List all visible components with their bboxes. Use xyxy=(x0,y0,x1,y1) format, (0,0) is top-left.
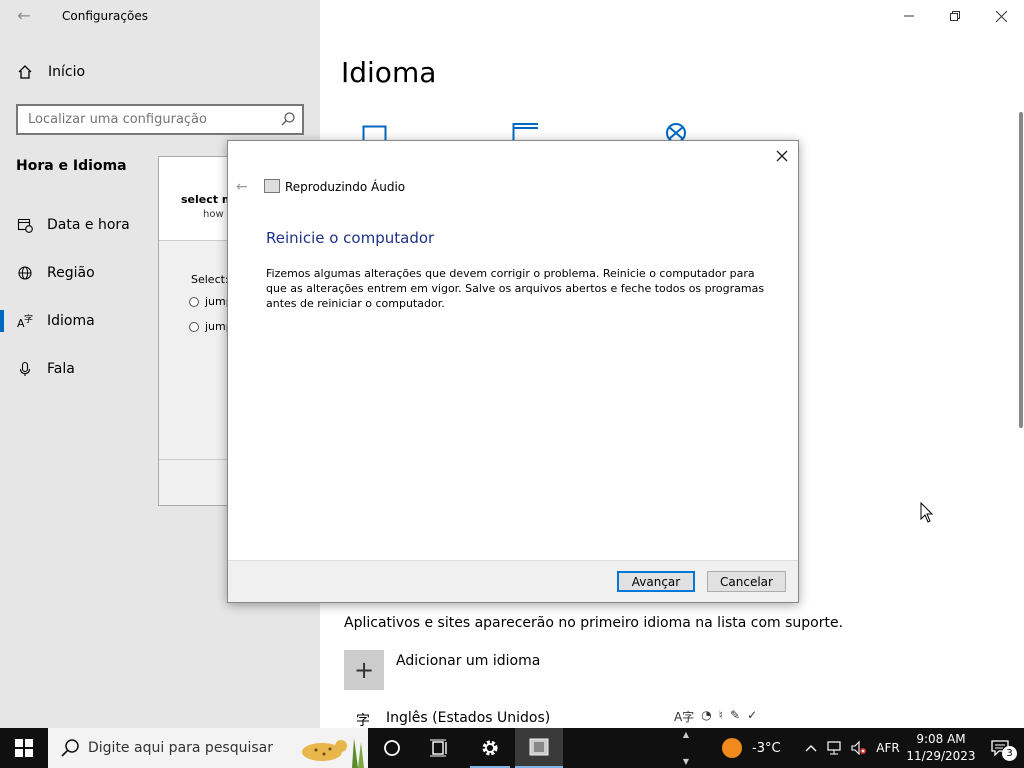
search-icon[interactable] xyxy=(280,111,296,127)
next-button[interactable]: Avançar xyxy=(617,571,695,592)
window-icon[interactable] xyxy=(512,122,538,142)
search-highlight-illustration-icon xyxy=(302,738,364,768)
microphone-icon xyxy=(16,360,34,378)
speech-feature-icon: ◔ xyxy=(701,708,712,722)
cortana-button[interactable] xyxy=(368,728,416,768)
background-dialog: select m how c Select: jump jump xyxy=(158,156,230,506)
temperature: -3°C xyxy=(752,740,781,756)
background-dialog-subheading: how c xyxy=(203,209,230,220)
gear-icon xyxy=(482,740,498,756)
language-list-item[interactable]: 字 Inglês (Estados Unidos) xyxy=(356,710,550,730)
search-icon xyxy=(61,739,79,757)
network-button[interactable] xyxy=(824,728,846,768)
nav-label: Fala xyxy=(47,361,75,377)
dialog-footer: Avançar Cancelar xyxy=(228,560,798,602)
troubleshooter-taskbar-button[interactable] xyxy=(515,728,563,768)
network-icon xyxy=(827,741,841,755)
dialog-close-button[interactable] xyxy=(772,147,792,167)
radio-option[interactable]: jump xyxy=(189,320,229,333)
restore-button[interactable] xyxy=(940,4,970,28)
radio-option[interactable]: jump xyxy=(189,295,229,308)
clock-time: 9:08 AM xyxy=(916,732,966,746)
chevron-down-icon[interactable]: ▼ xyxy=(683,757,689,766)
action-center-button[interactable]: 3 xyxy=(980,728,1020,768)
show-hidden-icons-button[interactable] xyxy=(802,728,820,768)
display-language-icon[interactable] xyxy=(362,122,388,142)
windows-logo-icon xyxy=(15,739,33,757)
minimize-icon xyxy=(904,15,914,17)
weather-widget[interactable]: -3°C xyxy=(722,738,781,758)
nav-label: Idioma xyxy=(47,313,95,329)
home-nav-item[interactable]: Início xyxy=(16,63,85,81)
taskbar-search-placeholder: Digite aqui para pesquisar xyxy=(88,740,274,756)
task-view-icon xyxy=(430,739,447,757)
cancel-button[interactable]: Cancelar xyxy=(707,571,786,592)
back-arrow-icon[interactable]: ← xyxy=(236,179,248,195)
add-language-label: Adicionar um idioma xyxy=(396,653,541,669)
nav-label: Região xyxy=(47,265,95,281)
background-dialog-footer xyxy=(159,459,229,505)
sun-weather-icon xyxy=(722,738,742,758)
speaker-muted-icon xyxy=(851,741,866,755)
taskbar-search-box[interactable]: Digite aqui para pesquisar xyxy=(48,728,368,768)
troubleshooter-app-icon xyxy=(264,179,280,193)
notification-count-badge: 3 xyxy=(1002,746,1017,761)
scrollbar-thumb[interactable] xyxy=(1019,112,1023,428)
home-label: Início xyxy=(48,64,86,80)
apps-language-text: Aplicativos e sites aparecerão no primei… xyxy=(344,615,844,631)
radio-button[interactable] xyxy=(189,321,199,332)
settings-taskbar-button[interactable] xyxy=(466,728,514,768)
app-title: Configurações xyxy=(62,9,148,23)
taskbar-clock[interactable]: 9:08 AM 11/29/2023 xyxy=(905,731,977,765)
back-arrow-icon[interactable]: ← xyxy=(14,6,34,26)
svg-text:字: 字 xyxy=(24,313,33,325)
settings-search-input[interactable] xyxy=(18,106,268,133)
minimize-button[interactable] xyxy=(894,4,924,28)
troubleshooter-app-icon xyxy=(529,738,549,756)
globe-icon xyxy=(16,264,34,282)
restore-icon xyxy=(950,11,960,21)
display-language-feature-icon: A字 xyxy=(674,710,695,724)
keyboard-globe-icon[interactable] xyxy=(664,122,690,142)
clock-date: 11/29/2023 xyxy=(906,749,976,763)
language-glyph-icon: 字 xyxy=(356,713,370,729)
language-name: Inglês (Estados Unidos) xyxy=(386,710,551,726)
add-language-button[interactable]: + Adicionar um idioma xyxy=(344,650,540,690)
background-dialog-heading: select m xyxy=(181,193,230,206)
spellcheck-feature-icon: ✓ xyxy=(747,708,758,722)
select-label: Select: xyxy=(191,273,229,286)
home-icon xyxy=(16,63,34,81)
close-window-button[interactable] xyxy=(986,4,1016,28)
close-icon xyxy=(995,10,1007,22)
mouse-cursor-icon xyxy=(920,502,934,523)
troubleshooter-dialog: ← Reproduzindo Áudio Reinicie o computad… xyxy=(227,140,799,603)
start-button[interactable] xyxy=(0,728,48,768)
language-icon: A字 xyxy=(16,312,34,330)
plus-icon: + xyxy=(344,650,384,690)
input-language-button[interactable]: AFR xyxy=(873,728,903,768)
settings-search-box[interactable] xyxy=(16,104,304,135)
volume-button[interactable] xyxy=(848,728,870,768)
taskbar: Digite aqui para pesquisar ▲ ▼ -3°C AFR … xyxy=(0,728,1024,768)
cortana-circle-icon xyxy=(384,740,400,756)
calendar-clock-icon xyxy=(16,216,34,234)
radio-button[interactable] xyxy=(189,296,199,307)
close-icon xyxy=(776,150,788,162)
background-dialog-header: select m how c xyxy=(159,157,230,241)
microphone-feature-icon: ♮ xyxy=(718,708,723,722)
handwriting-feature-icon: ✎ xyxy=(730,708,741,722)
taskbar-scroll-control[interactable]: ▲ ▼ xyxy=(679,728,693,768)
dialog-app-title: Reproduzindo Áudio xyxy=(285,180,406,194)
task-view-button[interactable] xyxy=(416,728,464,768)
page-title: Idioma xyxy=(341,56,437,89)
dialog-heading: Reinicie o computador xyxy=(266,229,435,247)
section-title: Hora e Idioma xyxy=(16,158,127,174)
dialog-body-text: Fizemos algumas alterações que devem cor… xyxy=(266,267,765,310)
chevron-up-icon[interactable]: ▲ xyxy=(683,730,689,739)
nav-label: Data e hora xyxy=(47,217,130,233)
chevron-up-icon xyxy=(805,745,817,752)
language-feature-icons: A字 ◔ ♮ ✎ ✓ xyxy=(674,708,757,725)
